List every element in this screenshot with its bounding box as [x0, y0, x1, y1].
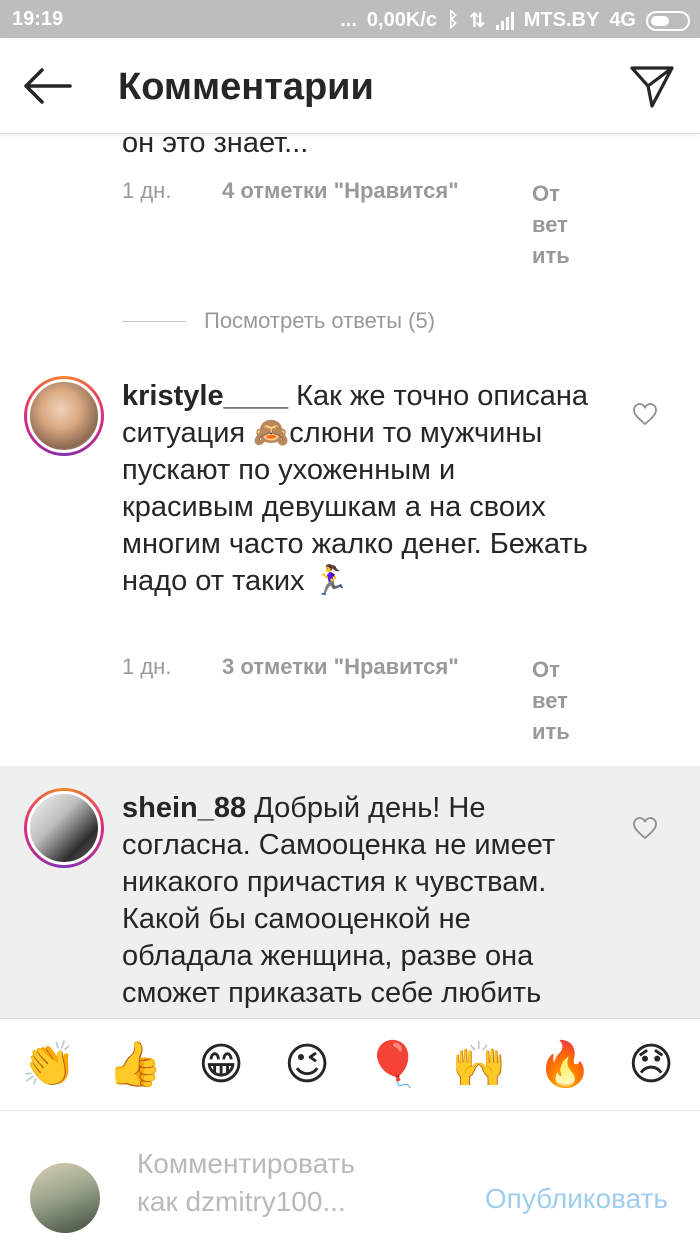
comment-input[interactable]: Комментировать как dzmitry100... [137, 1145, 417, 1221]
header: Комментарии [0, 38, 700, 134]
current-user-avatar [30, 1163, 100, 1233]
comment-username[interactable]: shein_88 [122, 792, 246, 824]
comment-list[interactable]: он это знает... 1 дн. 4 отметки "Нравитс… [0, 134, 700, 1018]
fire-emoji-button[interactable]: 🔥 [535, 1042, 595, 1087]
clapping-hands-emoji-button[interactable]: 👏 [19, 1042, 79, 1087]
publish-button[interactable]: Опубликовать [485, 1183, 668, 1215]
avatar[interactable] [24, 376, 104, 456]
status-carrier: MTS.BY [523, 9, 600, 31]
comment-time: 1 дн. [122, 178, 172, 203]
reply-button[interactable]: От вет ить [532, 654, 582, 747]
emoji-quick-bar: 👏 👍 😁 😉 🎈 🙌 🔥 😞 [0, 1018, 700, 1110]
battery-icon [646, 10, 690, 31]
likes-count-link[interactable]: 3 отметки "Нравится" [222, 654, 459, 680]
avatar[interactable] [24, 788, 104, 868]
comment-item-highlighted: shein_88 Добрый день! Не согласна. Самоо… [0, 766, 700, 1018]
comment-input-placeholder: Комментировать [137, 1148, 355, 1179]
reply-label-part: ить [532, 243, 570, 268]
status-dots: ... [340, 9, 357, 31]
comment-input-placeholder: как dzmitry100... [137, 1186, 346, 1217]
status-network: 4G [609, 9, 636, 31]
likes-count-link[interactable]: 4 отметки "Нравится" [222, 178, 459, 204]
reply-label-part: От [532, 181, 560, 206]
comment-item: kristyle____ Как же точно описана ситуац… [0, 360, 700, 766]
divider-line [122, 320, 186, 322]
page-title: Комментарии [118, 66, 374, 108]
bluetooth-icon: ᛒ [446, 9, 459, 31]
signal-icon [495, 11, 514, 30]
heart-icon[interactable] [632, 402, 658, 426]
winking-face-emoji-button[interactable]: 😉 [277, 1042, 337, 1087]
heart-icon[interactable] [632, 816, 658, 840]
view-replies-label: Посмотреть ответы (5) [204, 308, 436, 333]
status-right: ... 0,00K/c ᛒ ⇅ MTS.BY 4G [340, 8, 690, 33]
status-speed: 0,00K/c [366, 9, 437, 31]
reply-label-part: вет [532, 212, 568, 237]
comment-composer: Комментировать как dzmitry100... Опублик… [0, 1110, 700, 1244]
status-bar: 19:19 ... 0,00K/c ᛒ ⇅ MTS.BY 4G [0, 0, 700, 38]
raised-hands-emoji-button[interactable]: 🙌 [449, 1042, 509, 1087]
status-time: 19:19 [12, 8, 64, 30]
comment-text: kristyle____ Как же точно описана ситуац… [122, 378, 592, 600]
reply-button[interactable]: От вет ить [532, 178, 582, 271]
comment-text: shein_88 Добрый день! Не согласна. Самоо… [122, 790, 592, 1012]
reply-label-part: От [532, 657, 560, 682]
reply-label-part: ить [532, 719, 570, 744]
balloon-emoji-button[interactable]: 🎈 [363, 1042, 423, 1087]
comment-time: 1 дн. [122, 654, 172, 679]
direct-send-icon[interactable] [628, 62, 676, 110]
grinning-face-emoji-button[interactable]: 😁 [191, 1042, 251, 1087]
comment-content: Добрый день! Не согласна. Самооценка не … [122, 792, 556, 1009]
comment-content: Как же точно описана ситуация 🙈слюни то … [122, 380, 589, 597]
reply-label-part: вет [532, 688, 568, 713]
thumbs-up-emoji-button[interactable]: 👍 [105, 1042, 165, 1087]
view-replies-button[interactable]: Посмотреть ответы (5) [122, 308, 435, 334]
vibrate-icon: ⇅ [468, 10, 486, 32]
previous-comment-tail: он это знает... [122, 134, 309, 159]
back-arrow-icon[interactable] [22, 66, 72, 106]
disappointed-face-emoji-button[interactable]: 😞 [621, 1042, 681, 1087]
comment-username[interactable]: kristyle____ [122, 380, 288, 412]
